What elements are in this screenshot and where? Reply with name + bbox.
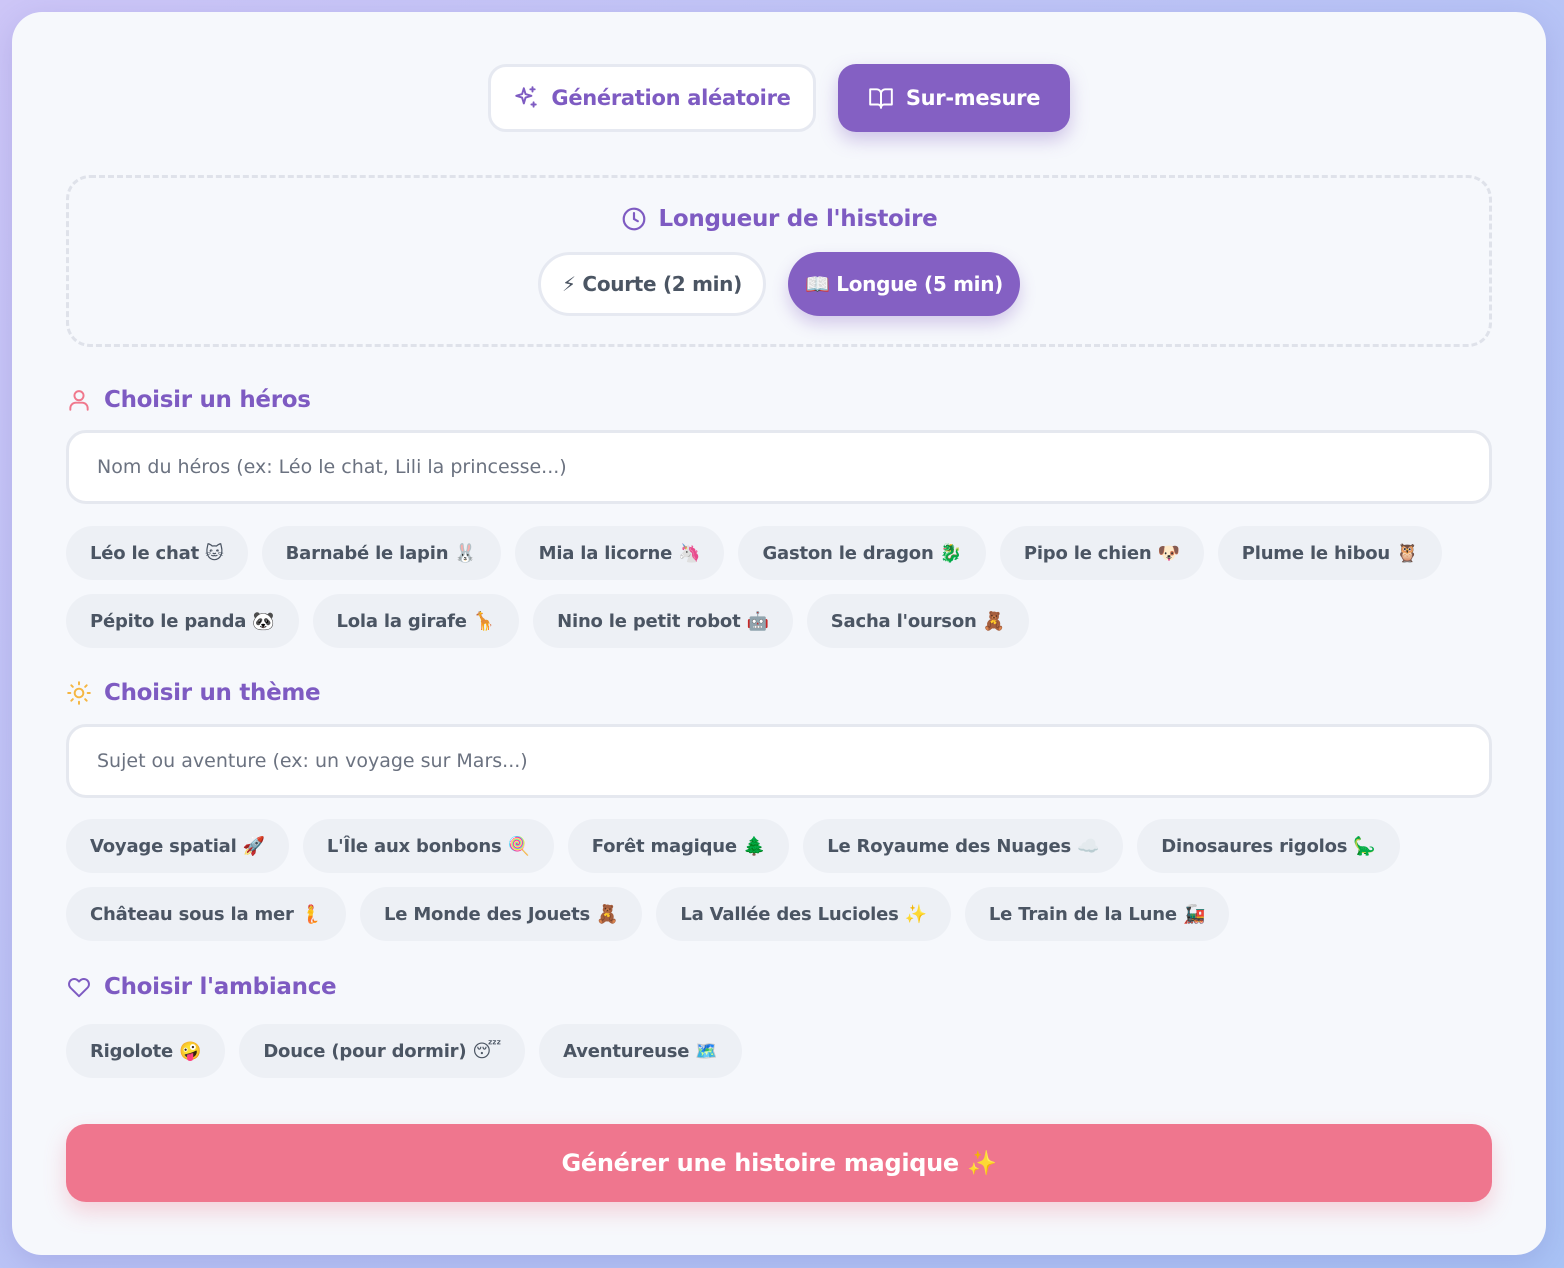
hero-suggestion-chip[interactable]: Barnabé le lapin 🐰 (261, 526, 501, 580)
hero-suggestions: Léo le chat 🐱 Barnabé le lapin 🐰 Mia la li… (66, 526, 1492, 648)
mood-section-title: Choisir l'ambiance (66, 974, 337, 1000)
story-length-title: Longueur de l'histoire (69, 206, 1489, 232)
hero-suggestion-chip[interactable]: Léo le chat 🐱 (66, 526, 248, 580)
theme-suggestion-chip[interactable]: L'Île aux bonbons 🍭 (302, 819, 554, 873)
mood-option-chip[interactable]: Rigolote 🤪 (66, 1024, 226, 1078)
short-length-button[interactable]: ⚡ Courte (2 min) (538, 252, 766, 316)
short-length-label: ⚡ Courte (2 min) (562, 272, 742, 296)
custom-mode-button[interactable]: Sur-mesure (838, 64, 1070, 132)
hero-suggestion-chip[interactable]: Sacha l'ourson 🧸 (806, 594, 1029, 648)
hero-suggestion-chip[interactable]: Pipo le chien 🐶 (999, 526, 1204, 580)
theme-title-label: Choisir un thème (104, 680, 321, 706)
generate-story-label: Générer une histoire magique ✨ (561, 1149, 997, 1177)
theme-suggestions: Voyage spatial 🚀 L'Île aux bonbons 🍭 Forêt… (66, 819, 1492, 941)
hero-suggestion-chip[interactable]: Mia la licorne 🦄 (514, 526, 725, 580)
sun-icon (67, 681, 91, 705)
theme-suggestion-chip[interactable]: Le Train de la Lune 🚂 (964, 887, 1230, 941)
theme-input[interactable] (66, 724, 1492, 798)
mood-option-chip[interactable]: Aventureuse 🗺️ (539, 1024, 742, 1078)
theme-suggestion-chip[interactable]: Le Royaume des Nuages ☁️ (803, 819, 1124, 873)
mood-options: Rigolote 🤪 Douce (pour dormir) 😴 Aventureu… (66, 1024, 1492, 1078)
story-length-panel: Longueur de l'histoire ⚡ Courte (2 min) … (66, 175, 1492, 347)
hero-suggestion-chip[interactable]: Lola la girafe 🦒 (312, 594, 520, 648)
theme-suggestion-chip[interactable]: La Vallée des Lucioles ✨ (656, 887, 951, 941)
length-options: ⚡ Courte (2 min) 📖 Longue (5 min) (69, 252, 1489, 316)
long-length-label: 📖 Longue (5 min) (805, 272, 1003, 296)
hero-title-label: Choisir un héros (104, 387, 311, 413)
hero-suggestion-chip[interactable]: Nino le petit robot 🤖 (533, 594, 793, 648)
hero-section-title: Choisir un héros (66, 387, 311, 413)
story-length-label: Longueur de l'histoire (658, 206, 938, 232)
theme-suggestion-chip[interactable]: Château sous la mer 🧜 (66, 887, 346, 941)
hero-suggestion-chip[interactable]: Gaston le dragon 🐉 (738, 526, 986, 580)
hero-suggestion-chip[interactable]: Pépito le panda 🐼 (66, 594, 299, 648)
random-generation-label: Génération aléatoire (551, 86, 791, 110)
mode-tabs: Génération aléatoire Sur-mesure (12, 64, 1546, 132)
theme-suggestion-chip[interactable]: Le Monde des Jouets 🧸 (360, 887, 643, 941)
random-generation-button[interactable]: Génération aléatoire (488, 64, 816, 132)
book-open-icon (869, 88, 893, 109)
long-length-button[interactable]: 📖 Longue (5 min) (788, 252, 1020, 316)
user-icon (69, 390, 89, 411)
clock-icon (622, 207, 645, 231)
custom-mode-label: Sur-mesure (905, 86, 1041, 110)
sparkles-icon (515, 86, 538, 108)
mood-option-chip[interactable]: Douce (pour dormir) 😴 (239, 1024, 526, 1078)
generate-story-button[interactable]: Générer une histoire magique ✨ (66, 1124, 1492, 1202)
mood-title-label: Choisir l'ambiance (104, 974, 337, 1000)
theme-suggestion-chip[interactable]: Dinosaures rigolos 🦕 (1137, 819, 1400, 873)
hero-name-input[interactable] (66, 430, 1492, 504)
theme-suggestion-chip[interactable]: Voyage spatial 🚀 (66, 819, 289, 873)
heart-icon (68, 978, 90, 998)
theme-suggestion-chip[interactable]: Forêt magique 🌲 (567, 819, 790, 873)
theme-section-title: Choisir un thème (66, 680, 321, 706)
hero-suggestion-chip[interactable]: Plume le hibou 🦉 (1217, 526, 1443, 580)
story-form-card: Génération aléatoire Sur-mesure Longueur… (12, 12, 1546, 1255)
